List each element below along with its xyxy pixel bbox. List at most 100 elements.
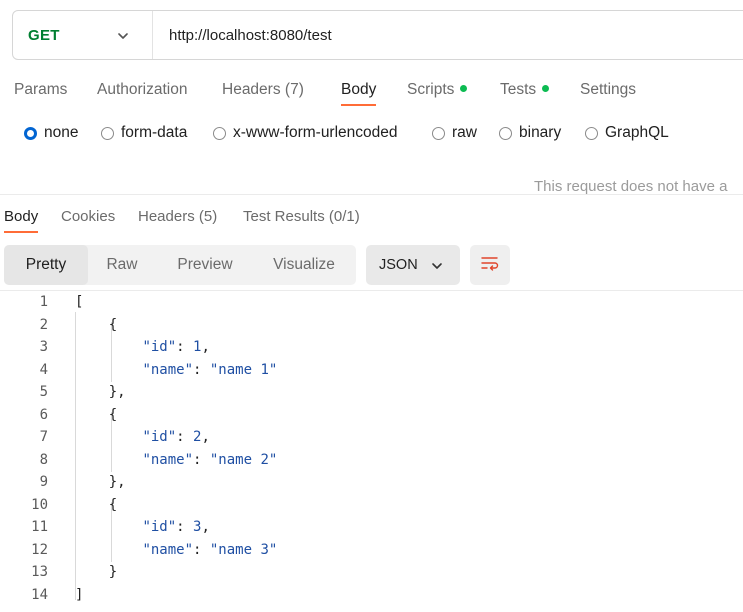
code-text: "name": "name 2" bbox=[142, 451, 278, 468]
radio-checked-icon[interactable] bbox=[24, 126, 37, 140]
body-type-form-data[interactable]: form-data bbox=[101, 124, 187, 142]
radio-icon[interactable] bbox=[432, 126, 445, 140]
radio-icon[interactable] bbox=[213, 126, 226, 140]
tab-params[interactable]: Params bbox=[14, 78, 67, 108]
code-line: 13 } bbox=[0, 561, 743, 583]
tab-tests[interactable]: Tests bbox=[500, 78, 550, 108]
body-type-urlencoded[interactable]: x-www-form-urlencoded bbox=[213, 124, 398, 142]
line-number: 5 bbox=[39, 384, 48, 400]
format-select[interactable]: JSON bbox=[366, 245, 460, 285]
method-select[interactable]: GET bbox=[13, 11, 153, 59]
radio-icon[interactable] bbox=[499, 126, 512, 140]
line-number: 9 bbox=[39, 474, 48, 490]
code-text: { bbox=[75, 316, 118, 333]
line-number: 1 bbox=[39, 294, 48, 310]
response-tab-cookies[interactable]: Cookies bbox=[61, 205, 115, 235]
tab-count: (5) bbox=[198, 208, 218, 225]
code-line: 9 }, bbox=[0, 471, 743, 493]
body-type-raw[interactable]: raw bbox=[432, 124, 477, 142]
tab-headers[interactable]: Headers (7) bbox=[222, 78, 304, 108]
response-tab-body[interactable]: Body bbox=[4, 205, 39, 235]
radio-label: binary bbox=[519, 124, 562, 141]
tab-scripts[interactable]: Scripts bbox=[407, 78, 468, 108]
wrap-lines-icon bbox=[480, 254, 500, 277]
tab-count: (0/1) bbox=[328, 208, 360, 225]
view-mode-preview[interactable]: Preview bbox=[156, 245, 254, 285]
code-line: 4 "name": "name 1" bbox=[0, 359, 743, 381]
line-number: 14 bbox=[31, 586, 48, 603]
line-number: 7 bbox=[39, 429, 48, 445]
code-text: { bbox=[75, 496, 118, 513]
wrap-lines-button[interactable] bbox=[470, 245, 510, 285]
tab-label: Test Results bbox=[243, 208, 325, 225]
radio-label: none bbox=[44, 124, 79, 141]
response-tab-headers[interactable]: Headers (5) bbox=[138, 205, 217, 235]
line-number: 6 bbox=[39, 406, 48, 423]
radio-label: GraphQL bbox=[605, 124, 669, 141]
radio-label: x-www-form-urlencoded bbox=[233, 124, 398, 141]
code-line: 14] bbox=[0, 584, 743, 606]
tab-label: Headers bbox=[138, 208, 195, 225]
radio-icon[interactable] bbox=[101, 126, 114, 140]
tab-label: Headers bbox=[222, 81, 281, 98]
body-notice: This request does not have a bbox=[534, 178, 728, 195]
tab-label: Authorization bbox=[97, 81, 188, 98]
code-line: 3 "id": 1, bbox=[0, 336, 743, 358]
chevron-down-icon bbox=[431, 260, 443, 276]
view-mode-visualize[interactable]: Visualize bbox=[254, 245, 354, 285]
code-text: }, bbox=[75, 384, 126, 400]
code-text: "name": "name 1" bbox=[142, 361, 278, 378]
radio-label: raw bbox=[452, 124, 477, 141]
view-mode-selector: Pretty Raw Preview Visualize bbox=[4, 245, 356, 285]
tab-body[interactable]: Body bbox=[341, 78, 377, 108]
code-line: 1[ bbox=[0, 291, 743, 313]
code-line: 2 { bbox=[0, 314, 743, 336]
response-tabs: Body Cookies Headers (5) Test Results (0… bbox=[0, 205, 743, 237]
code-text: "id": 2, bbox=[142, 429, 210, 445]
request-tabs: Params Authorization Headers (7) Body Sc… bbox=[0, 78, 743, 112]
radio-label: form-data bbox=[121, 124, 188, 141]
response-tab-test-results[interactable]: Test Results (0/1) bbox=[243, 205, 360, 235]
tab-settings[interactable]: Settings bbox=[580, 78, 636, 108]
chevron-down-icon bbox=[117, 29, 129, 47]
code-line: 6 { bbox=[0, 404, 743, 426]
code-text: "name": "name 3" bbox=[142, 541, 278, 558]
tab-label: Cookies bbox=[61, 208, 116, 225]
tab-authorization[interactable]: Authorization bbox=[97, 78, 187, 108]
tab-label: Params bbox=[14, 81, 68, 98]
body-type-none[interactable]: none bbox=[24, 124, 78, 142]
response-body-editor[interactable]: 1[2 {3 "id": 1, 4 "name": "name 1" 5 }, 6 {… bbox=[0, 291, 743, 612]
code-text: ] bbox=[75, 586, 84, 603]
format-label: JSON bbox=[379, 257, 418, 273]
code-line: 5 }, bbox=[0, 381, 743, 403]
tab-label: Body bbox=[4, 208, 39, 225]
code-line: 7 "id": 2, bbox=[0, 426, 743, 448]
url-input[interactable] bbox=[167, 25, 671, 45]
tab-label: Settings bbox=[580, 81, 637, 98]
status-dot-icon bbox=[460, 85, 468, 93]
tab-label: Body bbox=[341, 81, 377, 98]
body-type-options: none form-data x-www-form-urlencoded raw… bbox=[0, 124, 743, 148]
status-dot-icon bbox=[542, 85, 550, 93]
view-mode-pretty[interactable]: Pretty bbox=[4, 245, 88, 285]
response-toolbar: Pretty Raw Preview Visualize JSON bbox=[0, 245, 743, 285]
tab-label: Scripts bbox=[407, 81, 455, 98]
code-line: 12 "name": "name 3" bbox=[0, 539, 743, 561]
radio-icon[interactable] bbox=[585, 126, 598, 140]
body-type-graphql[interactable]: GraphQL bbox=[585, 124, 669, 142]
line-number: 3 bbox=[39, 339, 48, 355]
line-number: 2 bbox=[39, 316, 48, 333]
line-number: 12 bbox=[31, 541, 48, 558]
view-mode-raw[interactable]: Raw bbox=[88, 245, 156, 285]
body-type-binary[interactable]: binary bbox=[499, 124, 561, 142]
code-text: } bbox=[75, 564, 118, 580]
code-text: }, bbox=[75, 474, 126, 490]
code-line: 11 "id": 3, bbox=[0, 516, 743, 538]
line-number: 11 bbox=[31, 519, 48, 535]
code-text: { bbox=[75, 406, 118, 423]
code-line: 8 "name": "name 2" bbox=[0, 449, 743, 471]
code-line: 10 { bbox=[0, 494, 743, 516]
tab-label: Tests bbox=[500, 81, 537, 98]
section-divider bbox=[0, 194, 743, 195]
line-number: 13 bbox=[31, 564, 48, 580]
